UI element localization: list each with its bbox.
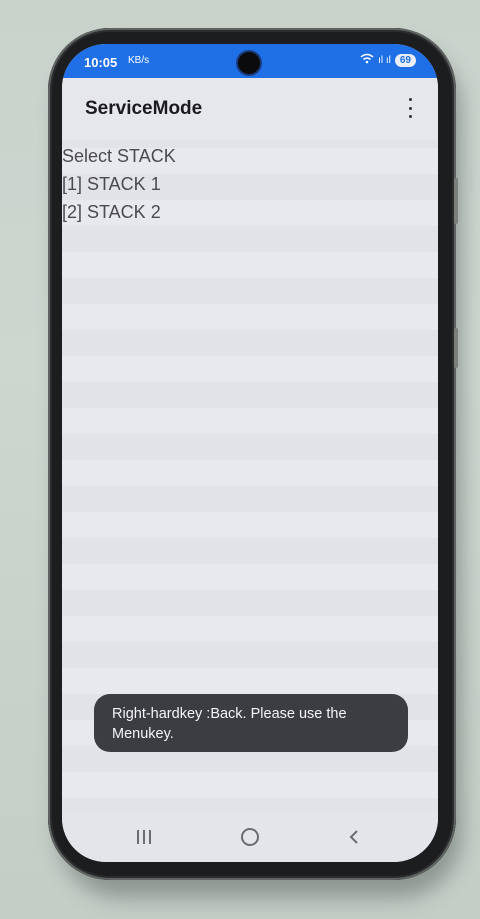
status-bar: 10:05 KB/s ıl ıl 69 [62,44,438,78]
data-speed-icon: KB/s [128,55,150,66]
front-camera [238,52,260,74]
navigation-bar [62,812,438,862]
stack-1-option[interactable]: [1] STACK 1 [62,170,438,198]
recent-apps-icon[interactable] [124,822,164,852]
toast-message: Right-hardkey :Back. Please use the Menu… [94,694,408,752]
signal-icon: ıl ıl [378,54,391,66]
wifi-icon [360,53,374,67]
status-time: 10:05 [84,55,118,70]
select-stack-prompt: Select STACK [62,146,176,166]
power-button [454,328,458,368]
more-vert-icon[interactable] [402,96,418,120]
battery-icon: 69 [394,53,416,67]
volume-button [454,178,458,224]
phone-screen: 10:05 KB/s ıl ıl 69 ServiceMode Select S… [62,44,438,862]
stack-2-option[interactable]: [2] STACK 2 [62,198,438,226]
status-icons: ıl ıl 69 [360,53,416,67]
app-bar: ServiceMode [62,78,438,140]
back-icon[interactable] [334,822,374,852]
stack-list: Select STACK [1] STACK 1 [2] STACK 2 [62,142,438,226]
page-title: ServiceMode [85,98,203,119]
home-icon[interactable] [230,822,270,852]
